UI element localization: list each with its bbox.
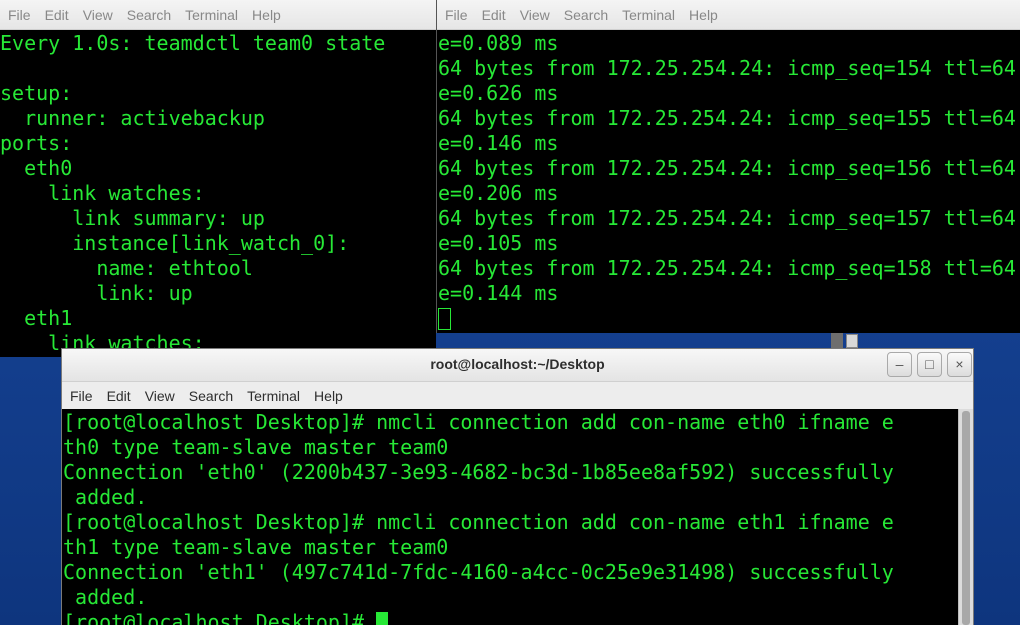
- menu-help[interactable]: Help: [314, 388, 343, 404]
- vertical-scrollbar[interactable]: [958, 409, 973, 625]
- terminal-window-ping[interactable]: File Edit View Search Terminal Help e=0.…: [436, 0, 1020, 333]
- terminal-line: eth0: [0, 156, 73, 180]
- terminal-line: e=0.105 ms: [438, 231, 559, 255]
- terminal-line: instance[link_watch_0]:: [0, 231, 350, 255]
- menu-search[interactable]: Search: [189, 388, 233, 404]
- menu-file[interactable]: File: [70, 388, 93, 404]
- shell-prompt: [root@localhost Desktop]#: [63, 610, 377, 625]
- terminal-line: [root@localhost Desktop]# nmcli connecti…: [63, 510, 894, 534]
- menu-bar: File Edit View Search Terminal Help: [62, 382, 973, 410]
- terminal-line: Connection 'eth1' (497c741d-7fdc-4160-a4…: [63, 560, 894, 584]
- menu-file[interactable]: File: [445, 7, 468, 23]
- menu-edit[interactable]: Edit: [107, 388, 131, 404]
- terminal-output[interactable]: [root@localhost Desktop]# nmcli connecti…: [62, 409, 960, 625]
- menu-bar: File Edit View Search Terminal Help: [0, 0, 436, 30]
- terminal-line: [root@localhost Desktop]# nmcli connecti…: [63, 410, 894, 434]
- terminal-line: runner: activebackup: [0, 106, 265, 130]
- minimize-button[interactable]: –: [887, 352, 912, 377]
- terminal-line: 64 bytes from 172.25.254.24: icmp_seq=15…: [438, 156, 1020, 180]
- maximize-button[interactable]: □: [917, 352, 942, 377]
- terminal-line: 64 bytes from 172.25.254.24: icmp_seq=15…: [438, 56, 1020, 80]
- menu-view[interactable]: View: [83, 7, 113, 23]
- terminal-line: th1 type team-slave master team0: [63, 535, 449, 559]
- terminal-line: eth1: [0, 306, 73, 330]
- terminal-line: 64 bytes from 172.25.254.24: icmp_seq=15…: [438, 106, 1020, 130]
- text-cursor: [438, 308, 451, 330]
- scrollbar-thumb[interactable]: [962, 411, 970, 625]
- terminal-line: link summary: up: [0, 206, 265, 230]
- terminal-line: e=0.089 ms: [438, 31, 559, 55]
- menu-search[interactable]: Search: [127, 7, 171, 23]
- menu-view[interactable]: View: [520, 7, 550, 23]
- terminal-line: link watches:: [0, 181, 205, 205]
- terminal-window-active[interactable]: root@localhost:~/Desktop – □ × File Edit…: [61, 348, 974, 625]
- window-title: root@localhost:~/Desktop: [430, 356, 605, 372]
- menu-help[interactable]: Help: [252, 7, 281, 23]
- terminal-line: link: up: [0, 281, 193, 305]
- close-button[interactable]: ×: [947, 352, 972, 377]
- terminal-line: e=0.626 ms: [438, 81, 559, 105]
- terminal-output[interactable]: e=0.089 ms 64 bytes from 172.25.254.24: i…: [437, 30, 1020, 333]
- menu-search[interactable]: Search: [564, 7, 608, 23]
- terminal-line: Connection 'eth0' (2200b437-3e93-4682-bc…: [63, 460, 894, 484]
- menu-view[interactable]: View: [145, 388, 175, 404]
- menu-bar: File Edit View Search Terminal Help: [437, 0, 1020, 30]
- terminal-line: name: ethtool: [0, 256, 253, 280]
- resize-grip[interactable]: [846, 334, 858, 348]
- menu-terminal[interactable]: Terminal: [247, 388, 300, 404]
- menu-terminal[interactable]: Terminal: [622, 7, 675, 23]
- text-cursor: [376, 612, 389, 625]
- terminal-line: ports:: [0, 131, 73, 155]
- terminal-line: added.: [63, 585, 148, 609]
- menu-edit[interactable]: Edit: [45, 7, 69, 23]
- terminal-line: 64 bytes from 172.25.254.24: icmp_seq=15…: [438, 256, 1020, 280]
- terminal-line: setup:: [0, 81, 73, 105]
- terminal-output[interactable]: Every 1.0s: teamdctl team0 state setup: …: [0, 30, 436, 357]
- terminal-line: e=0.144 ms: [438, 281, 559, 305]
- title-bar[interactable]: root@localhost:~/Desktop – □ ×: [62, 349, 973, 382]
- terminal-line: e=0.146 ms: [438, 131, 559, 155]
- menu-terminal[interactable]: Terminal: [185, 7, 238, 23]
- terminal-line: th0 type team-slave master team0: [63, 435, 449, 459]
- menu-file[interactable]: File: [8, 7, 31, 23]
- terminal-line: 64 bytes from 172.25.254.24: icmp_seq=15…: [438, 206, 1020, 230]
- terminal-line: e=0.206 ms: [438, 181, 559, 205]
- menu-help[interactable]: Help: [689, 7, 718, 23]
- terminal-prompt-line[interactable]: [root@localhost Desktop]#: [63, 610, 960, 625]
- terminal-line: added.: [63, 485, 148, 509]
- terminal-window-watch[interactable]: File Edit View Search Terminal Help Ever…: [0, 0, 436, 357]
- terminal-line: [438, 306, 1020, 331]
- terminal-line: Every 1.0s: teamdctl team0 state: [0, 31, 386, 55]
- menu-edit[interactable]: Edit: [482, 7, 506, 23]
